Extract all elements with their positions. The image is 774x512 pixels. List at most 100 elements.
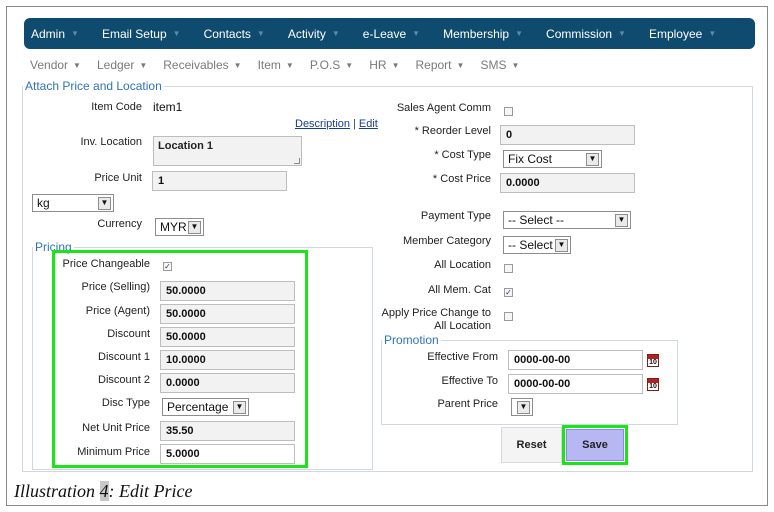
payment-type-value: -- Select -- (508, 213, 565, 227)
currency-select[interactable]: MYR ▼ (155, 218, 204, 236)
all-mem-cat-checkbox[interactable]: ✓ (504, 288, 513, 297)
calendar-day: 10 (649, 383, 657, 390)
currency-label: Currency (97, 218, 142, 230)
inv-location-field[interactable]: Location 1 (153, 136, 302, 166)
disc-type-select[interactable]: Percentage ▼ (162, 398, 249, 416)
description-link[interactable]: Description (295, 118, 350, 130)
sales-agent-comm-checkbox[interactable] (504, 107, 513, 116)
inv-location-label: Inv. Location (80, 136, 142, 148)
sub-navbar: Vendor ▼ Ledger ▼ Receivables ▼ Item ▼ P.O.S… (30, 57, 535, 73)
reorder-level-field[interactable]: 0 (500, 125, 635, 145)
all-location-label: All Location (434, 259, 491, 271)
nav-label: Membership (443, 26, 510, 41)
subnav-item[interactable]: Item ▼ (258, 58, 294, 72)
cost-type-select[interactable]: Fix Cost ▼ (503, 150, 602, 168)
chevron-down-icon: ▼ (412, 29, 421, 38)
chevron-down-icon: ▼ (98, 196, 111, 210)
nav-commission[interactable]: Commission ▼ (546, 27, 626, 41)
nav-label: Commission (546, 26, 613, 41)
price-changeable-checkbox[interactable]: ✓ (163, 262, 172, 271)
description-edit-links: Description | Edit (295, 118, 378, 130)
effective-from-field[interactable]: 0000-00-00 (508, 350, 643, 370)
chevron-down-icon: ▼ (586, 152, 599, 166)
nav-contacts[interactable]: Contacts ▼ (204, 27, 265, 41)
link-separator: | (353, 118, 356, 130)
check-icon: ✓ (164, 262, 171, 271)
reset-button[interactable]: Reset (501, 427, 562, 463)
all-location-checkbox[interactable] (504, 264, 513, 273)
member-category-value: -- Select (508, 238, 553, 252)
chevron-down-icon: ▼ (555, 238, 568, 252)
item-code-value: item1 (153, 100, 183, 114)
item-code-label: Item Code (91, 101, 142, 113)
edit-link[interactable]: Edit (359, 118, 378, 130)
nav-membership[interactable]: Membership ▼ (443, 27, 523, 41)
discount-2-label: Discount 2 (98, 374, 150, 386)
minimum-price-label: Minimum Price (77, 446, 150, 458)
sales-agent-comm-label: Sales Agent Comm (396, 102, 491, 114)
subnav-hr[interactable]: HR ▼ (369, 58, 399, 72)
cost-price-label: * Cost Price (432, 173, 491, 185)
nav-employee[interactable]: Employee ▼ (649, 27, 716, 41)
effective-from-label: Effective From (427, 351, 498, 363)
currency-value: MYR (160, 220, 187, 234)
subnav-vendor[interactable]: Vendor ▼ (30, 58, 81, 72)
chevron-down-icon: ▼ (618, 29, 626, 38)
discount-1-field[interactable]: 10.0000 (160, 350, 295, 370)
chevron-down-icon: ▼ (71, 29, 79, 38)
caption-prefix: Illustration (14, 481, 100, 501)
main-navbar: Admin ▼ Email Setup ▼ Contacts ▼ Activity ▼ … (24, 18, 755, 49)
calendar-icon[interactable]: 10 (647, 354, 659, 367)
nav-label: Employee (648, 26, 703, 41)
apply-price-change-checkbox[interactable] (504, 312, 513, 321)
chevron-down-icon: ▼ (233, 60, 242, 70)
chevron-down-icon: ▼ (391, 60, 400, 70)
cost-price-field[interactable]: 0.0000 (500, 173, 635, 193)
discount-field[interactable]: 50.0000 (160, 327, 295, 347)
price-selling-field[interactable]: 50.0000 (160, 281, 295, 301)
parent-price-select[interactable]: ▼ (511, 398, 533, 416)
subnav-ledger[interactable]: Ledger ▼ (97, 58, 147, 72)
discount-1-label: Discount 1 (98, 351, 150, 363)
chevron-down-icon: ▼ (345, 60, 354, 70)
subnav-sms[interactable]: SMS ▼ (480, 58, 519, 72)
chevron-down-icon: ▼ (188, 220, 201, 234)
subnav-report[interactable]: Report ▼ (415, 58, 464, 72)
nav-admin[interactable]: Admin ▼ (31, 27, 79, 41)
chevron-down-icon: ▼ (615, 213, 628, 227)
net-unit-price-field[interactable]: 35.50 (160, 421, 295, 441)
reorder-level-label: * Reorder Level (414, 125, 491, 137)
uom-select[interactable]: kg ▼ (32, 194, 114, 212)
nav-email-setup[interactable]: Email Setup ▼ (102, 27, 181, 41)
subnav-receivables[interactable]: Receivables ▼ (163, 58, 241, 72)
section-title: Attach Price and Location (25, 79, 162, 93)
member-category-label: Member Category (402, 235, 491, 247)
nav-label: Email Setup (101, 26, 167, 41)
resize-handle-icon[interactable] (294, 158, 300, 164)
price-selling-label: Price (Selling) (81, 281, 150, 293)
parent-price-label: Parent Price (437, 398, 498, 410)
chevron-down-icon: ▼ (456, 60, 465, 70)
price-unit-field[interactable]: 1 (152, 171, 287, 191)
nav-activity[interactable]: Activity ▼ (288, 27, 340, 41)
member-category-select[interactable]: -- Select ▼ (503, 236, 571, 254)
chevron-down-icon: ▼ (331, 29, 340, 38)
nav-e-leave[interactable]: e-Leave ▼ (363, 27, 420, 41)
save-button[interactable]: Save (566, 429, 624, 461)
payment-type-select[interactable]: -- Select -- ▼ (503, 211, 631, 229)
effective-to-label: Effective To (441, 375, 498, 387)
effective-to-field[interactable]: 0000-00-00 (508, 374, 643, 394)
subnav-label: Ledger (96, 58, 135, 72)
subnav-label: Vendor (30, 58, 69, 72)
calendar-icon[interactable]: 10 (647, 378, 659, 391)
price-agent-field[interactable]: 50.0000 (160, 304, 295, 324)
discount-2-field[interactable]: 0.0000 (160, 373, 295, 393)
minimum-price-field[interactable]: 5.0000 (160, 444, 295, 464)
chevron-down-icon: ▼ (233, 400, 246, 414)
subnav-label: Report (415, 58, 452, 72)
chevron-down-icon: ▼ (708, 29, 717, 38)
nav-label: Contacts (203, 26, 251, 41)
subnav-pos[interactable]: P.O.S ▼ (310, 58, 353, 72)
disc-type-label: Disc Type (101, 397, 150, 409)
caption-suffix: : Edit Price (108, 481, 193, 501)
